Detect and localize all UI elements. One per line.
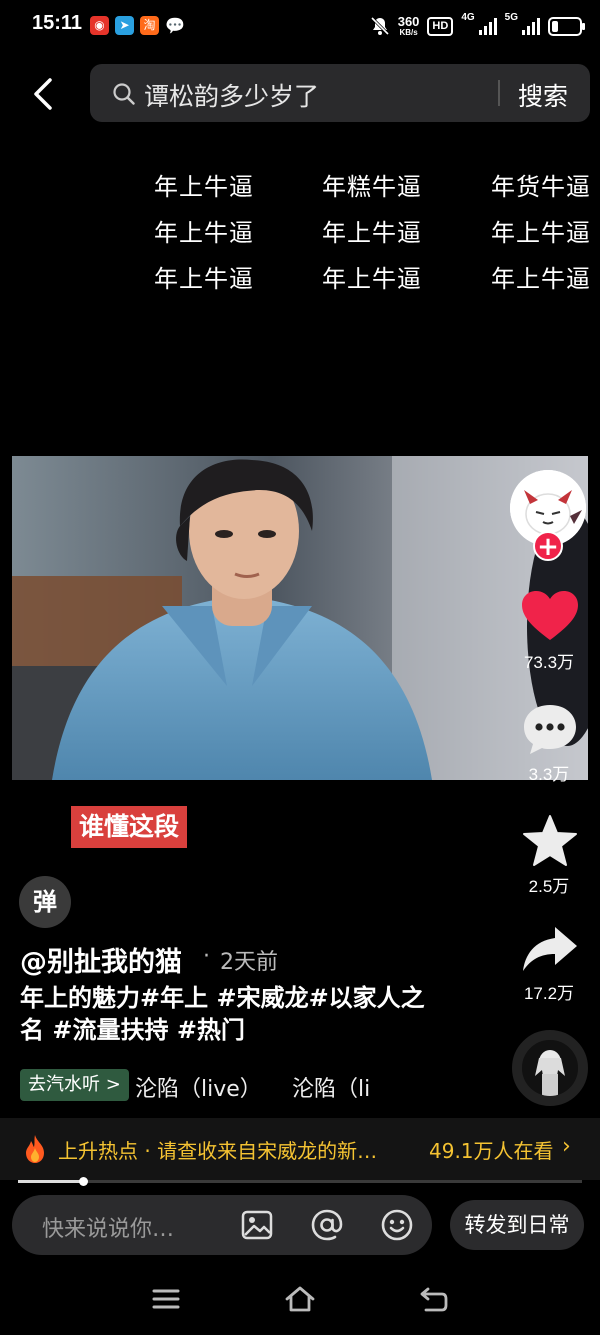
description-line: 名 #流量扶持 #热门 bbox=[20, 1016, 245, 1044]
menu-icon[interactable] bbox=[150, 1283, 182, 1315]
watcher-count: 49.1万人在看 bbox=[429, 1139, 554, 1163]
video-player[interactable] bbox=[12, 456, 588, 780]
back-arrow-icon[interactable] bbox=[28, 76, 62, 112]
search-bar[interactable]: 谭松韵多少岁了 搜索 bbox=[90, 64, 590, 122]
status-time: 15:11 bbox=[32, 12, 83, 34]
image-icon[interactable] bbox=[240, 1208, 274, 1242]
wechat-icon: 💬 bbox=[165, 16, 185, 35]
status-bar: 15:11 ◉ ➤ 淘 💬 360 KB/s HD 4G 5G bbox=[0, 0, 600, 54]
hd-badge: HD bbox=[427, 16, 454, 36]
grid-cell: 年上牛逼 bbox=[491, 219, 591, 247]
network-speed: 360 KB/s bbox=[398, 15, 420, 37]
status-right: 360 KB/s HD 4G 5G bbox=[370, 12, 585, 40]
comment-count: 3.3万 bbox=[528, 765, 570, 784]
mention-at-icon[interactable] bbox=[310, 1208, 344, 1242]
search-divider bbox=[498, 80, 500, 106]
music-disc[interactable] bbox=[512, 1030, 588, 1106]
music-title-scroll[interactable]: 沦陷（li bbox=[292, 1071, 382, 1103]
share-count: 17.2万 bbox=[523, 984, 575, 1003]
search-button[interactable]: 搜索 bbox=[518, 77, 568, 113]
playback-progress-bar[interactable] bbox=[18, 1177, 582, 1186]
trending-text: 上升热点 · 请查收来自宋威龙的新… bbox=[58, 1139, 378, 1163]
back-nav-icon[interactable] bbox=[418, 1283, 450, 1315]
search-input[interactable]: 谭松韵多少岁了 bbox=[144, 77, 319, 113]
grid-cell: 年上牛逼 bbox=[491, 265, 591, 293]
flame-icon bbox=[26, 1135, 44, 1163]
speed-unit: KB/s bbox=[399, 28, 418, 37]
speed-value: 360 bbox=[397, 14, 420, 29]
like-count: 73.3万 bbox=[523, 653, 575, 672]
mute-bell-icon bbox=[370, 16, 389, 36]
progress-fill bbox=[18, 1180, 83, 1183]
trending-bar[interactable]: 上升热点 · 请查收来自宋威龙的新… 49.1万人在看 › bbox=[0, 1118, 600, 1180]
comment-input[interactable]: 快来说说你… bbox=[42, 1211, 174, 1243]
net2-label: 5G bbox=[504, 12, 518, 23]
favorite-star-icon[interactable] bbox=[522, 814, 578, 868]
author-name[interactable]: @别扯我的猫 bbox=[20, 940, 182, 979]
comment-input-bar[interactable]: 快来说说你… bbox=[12, 1195, 432, 1255]
grid-cell: 年糕牛逼 bbox=[322, 173, 422, 201]
forward-to-daily-button[interactable]: 转发到日常 bbox=[450, 1200, 584, 1250]
progress-knob[interactable] bbox=[78, 1177, 88, 1186]
grid-cell: 年货牛逼 bbox=[491, 173, 591, 201]
video-frame-image bbox=[12, 456, 588, 780]
home-icon[interactable] bbox=[284, 1283, 316, 1315]
description-line: 年上的魅力#年上 #宋威龙#以家人之 bbox=[20, 984, 425, 1012]
post-description: 年上的魅力#年上 #宋威龙#以家人之 名 #流量扶持 #热门 bbox=[20, 982, 480, 1046]
emoji-smile-icon[interactable] bbox=[380, 1208, 414, 1242]
telegram-icon: ➤ bbox=[115, 16, 134, 35]
share-arrow-icon[interactable] bbox=[521, 925, 579, 973]
grid-cell: 年上牛逼 bbox=[322, 265, 422, 293]
chevron-right-icon: › bbox=[562, 1134, 571, 1159]
signal-2-icon bbox=[522, 17, 540, 35]
grid-cell: 年上牛逼 bbox=[154, 265, 254, 293]
signal-1-icon bbox=[478, 17, 497, 35]
grid-cell: 年上牛逼 bbox=[154, 219, 254, 247]
weibo-icon: ◉ bbox=[90, 16, 109, 35]
follow-plus-button[interactable]: + bbox=[533, 531, 563, 561]
battery-icon bbox=[548, 16, 585, 36]
music-title[interactable]: 沦陷（live） bbox=[135, 1071, 262, 1103]
taobao-icon: 淘 bbox=[140, 16, 159, 35]
dot-separator: · bbox=[203, 944, 210, 969]
video-caption-tag: 谁懂这段 bbox=[71, 806, 188, 848]
music-disc-art bbox=[522, 1040, 578, 1096]
like-heart-icon[interactable] bbox=[521, 590, 579, 642]
grid-cell: 年上牛逼 bbox=[154, 173, 254, 201]
favorite-count: 2.5万 bbox=[528, 877, 570, 896]
net1-label: 4G bbox=[461, 12, 475, 23]
comment-bubble-icon[interactable] bbox=[522, 703, 578, 755]
grid-cell: 年上牛逼 bbox=[322, 219, 422, 247]
danmu-toggle-button[interactable]: 弹 bbox=[19, 876, 71, 928]
post-time: 2天前 bbox=[220, 950, 278, 975]
search-icon bbox=[113, 83, 135, 105]
qishui-music-link[interactable]: 去汽水听 > bbox=[20, 1069, 129, 1101]
